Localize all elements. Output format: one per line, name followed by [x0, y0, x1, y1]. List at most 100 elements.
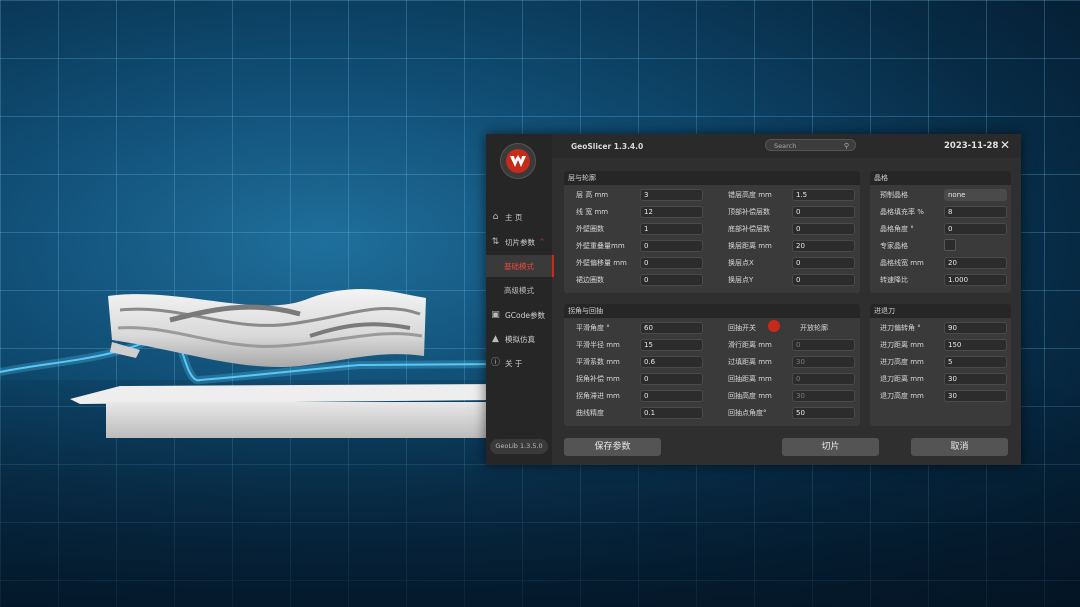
- app-title: GeoSlicer 1.3.4.0: [571, 142, 644, 151]
- field-label: 过填距离 mm: [728, 358, 772, 366]
- coast-distance-input[interactable]: 0: [792, 339, 855, 351]
- slider-icon: ⇅: [491, 236, 500, 247]
- slice-button[interactable]: 切片: [782, 438, 879, 456]
- lead-out-distance-input[interactable]: 30: [944, 373, 1007, 385]
- layer-change-distance-input[interactable]: 20: [792, 240, 855, 252]
- field-label: 专家晶格: [880, 242, 908, 250]
- field-label: 退刀高度 mm: [880, 392, 924, 400]
- close-icon[interactable]: ✕: [1000, 139, 1010, 151]
- save-params-button[interactable]: 保存参数: [564, 438, 661, 456]
- sidebar-item-label: 主 页: [505, 212, 523, 222]
- lead-in-angle-input[interactable]: 90: [944, 322, 1007, 334]
- field-label: 回抽点角度°: [728, 409, 767, 417]
- search-input[interactable]: Search ⚲: [765, 139, 856, 151]
- sidebar-item-slice-params[interactable]: ⇅ 切片参数 ^: [486, 231, 552, 253]
- offset-height-input[interactable]: 1.5: [792, 189, 855, 201]
- retraction-toggle[interactable]: [768, 320, 780, 332]
- field-label: 底部补偿层数: [728, 225, 770, 233]
- panel-title: 晶格: [870, 171, 1011, 185]
- speed-ratio-input[interactable]: 1.000: [944, 274, 1007, 286]
- field-label: 平滑半径 mm: [576, 341, 620, 349]
- overfill-distance-input[interactable]: 30: [792, 356, 855, 368]
- lattice-angle-input[interactable]: 0: [944, 223, 1007, 235]
- skirt-count-input[interactable]: 0: [640, 274, 703, 286]
- layer-change-x-input[interactable]: 0: [792, 257, 855, 269]
- expert-lattice-checkbox[interactable]: [944, 239, 956, 251]
- sidebar-item-home[interactable]: ⌂ 主 页: [486, 206, 552, 228]
- lead-in-distance-input[interactable]: 150: [944, 339, 1007, 351]
- field-label: 外壁圈数: [576, 225, 604, 233]
- cancel-button[interactable]: 取消: [911, 438, 1008, 456]
- sidebar-item-label: GCode参数: [505, 310, 546, 320]
- smooth-angle-input[interactable]: 60: [640, 322, 703, 334]
- gcode-icon: ▣: [491, 309, 500, 320]
- sidebar-item-label: 关 于: [505, 358, 523, 368]
- field-label: 进刀高度 mm: [880, 358, 924, 366]
- wall-overlap-input[interactable]: 0: [640, 240, 703, 252]
- sidebar-item-advanced-mode[interactable]: 高级模式: [486, 279, 552, 301]
- field-label: 拐角滞进 mm: [576, 392, 620, 400]
- lattice-line-width-input[interactable]: 20: [944, 257, 1007, 269]
- lead-out-height-input[interactable]: 30: [944, 390, 1007, 402]
- layer-change-y-input[interactable]: 0: [792, 274, 855, 286]
- sidebar-item-about[interactable]: ⓘ 关 于: [486, 352, 552, 374]
- field-label: 换层距离 mm: [728, 242, 772, 250]
- retract-angle-input[interactable]: 50: [792, 407, 855, 419]
- home-icon: ⌂: [492, 211, 499, 222]
- field-label: 晶格填充率 %: [880, 208, 924, 216]
- curve-precision-input[interactable]: 0.1: [640, 407, 703, 419]
- lattice-fill-input[interactable]: 8: [944, 206, 1007, 218]
- field-label: 转速降比: [880, 276, 908, 284]
- search-icon[interactable]: ⚲: [844, 140, 849, 152]
- sidebar-item-basic-mode[interactable]: 基础模式: [486, 255, 554, 277]
- field-label: 平滑系数 mm: [576, 358, 620, 366]
- field-label: 层 高 mm: [576, 191, 609, 199]
- sidebar-item-gcode[interactable]: ▣ GCode参数: [486, 304, 552, 326]
- simulate-icon: ▲: [492, 333, 499, 344]
- field-label: 进刀距离 mm: [880, 341, 924, 349]
- version-badge: GeoLib 1.3.5.0: [490, 439, 548, 454]
- field-label: 外壁偏移量 mm: [576, 259, 627, 267]
- field-label: 退刀距离 mm: [880, 375, 924, 383]
- panel-title: 层与轮廓: [564, 171, 860, 185]
- sidebar-item-label: 切片参数: [505, 237, 535, 247]
- panel-corner: 拐角与回抽 平滑角度 ° 60 平滑半径 mm 15 平滑系数 mm 0.6 拐…: [564, 304, 860, 426]
- layer-height-input[interactable]: 3: [640, 189, 703, 201]
- panel-title: 进退刀: [870, 304, 1011, 318]
- field-label: 换层点X: [728, 259, 754, 267]
- lead-in-height-input[interactable]: 5: [944, 356, 1007, 368]
- wall-offset-input[interactable]: 0: [640, 257, 703, 269]
- smooth-radius-input[interactable]: 15: [640, 339, 703, 351]
- retract-distance-input[interactable]: 0: [792, 373, 855, 385]
- retract-height-input[interactable]: 30: [792, 390, 855, 402]
- field-label: 平滑角度 °: [576, 324, 610, 332]
- sidebar-item-simulate[interactable]: ▲ 模拟仿真: [486, 328, 552, 350]
- sidebar-item-label: 高级模式: [504, 285, 534, 295]
- about-icon: ⓘ: [490, 357, 500, 368]
- field-label: 曲线精度: [576, 409, 604, 417]
- sidebar: ⌂ 主 页 ⇅ 切片参数 ^ 基础模式 高级模式 ▣ GCode参数 ▲ 模拟仿…: [486, 134, 554, 465]
- bottom-layers-input[interactable]: 0: [792, 223, 855, 235]
- field-label: 晶格线宽 mm: [880, 259, 924, 267]
- field-label: 换层点Y: [728, 276, 754, 284]
- app-logo: [500, 143, 536, 179]
- preset-lattice-select[interactable]: none: [944, 189, 1007, 201]
- wall-count-input[interactable]: 1: [640, 223, 703, 235]
- field-label: 进刀偏转角 °: [880, 324, 921, 332]
- field-label: 滑行距离 mm: [728, 341, 772, 349]
- smooth-factor-input[interactable]: 0.6: [640, 356, 703, 368]
- field-label: 错层高度 mm: [728, 191, 772, 199]
- date-label: 2023-11-28: [944, 141, 999, 151]
- corner-delay-input[interactable]: 0: [640, 390, 703, 402]
- field-label: 顶部补偿层数: [728, 208, 770, 216]
- search-placeholder: Search: [774, 142, 797, 150]
- model-preview[interactable]: [60, 280, 500, 450]
- field-label: 预制晶格: [880, 191, 908, 199]
- top-layers-input[interactable]: 0: [792, 206, 855, 218]
- field-label: 裙边圈数: [576, 276, 604, 284]
- chevron-up-icon: ^: [539, 238, 545, 246]
- panel-tool: 进退刀 进刀偏转角 ° 90 进刀距离 mm 150 进刀高度 mm 5 退刀距…: [870, 304, 1011, 426]
- corner-comp-input[interactable]: 0: [640, 373, 703, 385]
- field-label: 线 宽 mm: [576, 208, 609, 216]
- line-width-input[interactable]: 12: [640, 206, 703, 218]
